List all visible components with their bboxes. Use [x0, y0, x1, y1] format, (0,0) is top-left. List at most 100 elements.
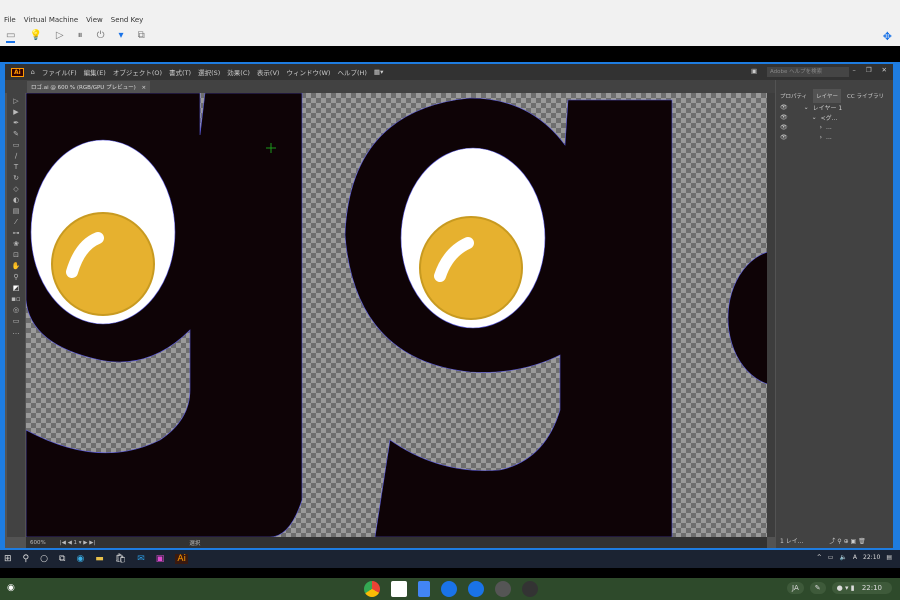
- arrange-icon[interactable]: ▣: [751, 67, 757, 75]
- play-icon[interactable]: ▷: [56, 30, 64, 43]
- shape-builder-icon[interactable]: ◐: [7, 195, 25, 206]
- snapshot-icon[interactable]: ⧉: [138, 30, 145, 43]
- network-icon[interactable]: ▭: [828, 554, 834, 561]
- power-icon[interactable]: ⏻: [97, 30, 105, 43]
- eye-icon[interactable]: 👁: [780, 124, 788, 131]
- draw-mode-icon[interactable]: ◎: [7, 305, 25, 316]
- collapse-icon[interactable]: ›: [820, 134, 822, 141]
- minimize-icon[interactable]: –: [852, 66, 855, 74]
- layer-row[interactable]: 👁 ›...: [776, 122, 893, 132]
- type-tool-icon[interactable]: T: [7, 162, 25, 173]
- menu-view[interactable]: 表示(V): [257, 67, 280, 77]
- curvature-tool-icon[interactable]: ✎: [7, 129, 25, 140]
- blend-tool-icon[interactable]: ⊶: [7, 228, 25, 239]
- eye-icon[interactable]: 👁: [780, 104, 788, 111]
- tab-close-icon[interactable]: ×: [141, 85, 146, 91]
- artboard-number[interactable]: 1: [74, 540, 78, 546]
- brush-tool-icon[interactable]: ∕: [7, 151, 25, 162]
- search-icon[interactable]: ⚲: [23, 554, 30, 564]
- taskbar-clock[interactable]: 22:10: [863, 554, 880, 561]
- menu-edit[interactable]: 編集(E): [84, 67, 106, 77]
- ime-icon[interactable]: A: [853, 554, 857, 561]
- mail-icon[interactable]: ✉: [137, 554, 145, 564]
- chrome-icon[interactable]: [364, 581, 380, 597]
- details-bulb-icon[interactable]: 💡: [29, 30, 41, 43]
- stylus-icon[interactable]: ✎: [809, 582, 826, 594]
- help-search-input[interactable]: Adobe ヘルプを検索: [767, 67, 849, 77]
- collapse-icon[interactable]: ›: [820, 124, 822, 131]
- menu-select[interactable]: 選択(S): [198, 67, 220, 77]
- console-icon[interactable]: ▭: [6, 30, 16, 43]
- direct-selection-tool-icon[interactable]: ▶: [7, 107, 25, 118]
- eye-icon[interactable]: 👁: [780, 134, 788, 141]
- symbol-tool-icon[interactable]: ❀: [7, 239, 25, 250]
- tab-properties[interactable]: プロパティ: [780, 92, 807, 100]
- screen-mode-icon[interactable]: ▭: [7, 316, 25, 327]
- eye-icon[interactable]: 👁: [780, 114, 788, 121]
- status-tray[interactable]: ● ▾ ▮ 22:10: [831, 582, 892, 594]
- file-explorer-icon[interactable]: ▬: [95, 554, 104, 564]
- selection-tool-icon[interactable]: ▷: [7, 96, 25, 107]
- docs-icon[interactable]: [418, 581, 430, 597]
- rectangle-tool-icon[interactable]: ▭: [7, 140, 25, 151]
- layer-row[interactable]: 👁 ⌄ レイヤー 1: [776, 102, 893, 112]
- color-mode-icon[interactable]: ▪▫: [7, 294, 25, 305]
- photos-icon[interactable]: ▣: [156, 554, 165, 564]
- dropdown-icon[interactable]: ▾: [119, 30, 124, 43]
- close-icon[interactable]: ✕: [882, 66, 887, 74]
- home-icon[interactable]: ⌂: [31, 68, 35, 76]
- workspace-switcher-icon[interactable]: ▦▾: [374, 68, 383, 76]
- fullscreen-icon[interactable]: ✥: [883, 30, 892, 43]
- menu-view[interactable]: View: [86, 16, 103, 24]
- pause-icon[interactable]: ⏸: [78, 30, 83, 43]
- panel-action-icons[interactable]: ⤴ ⚲ ⊕ ▣ 🗑: [829, 538, 865, 545]
- language-indicator[interactable]: JA: [787, 582, 804, 594]
- expand-icon[interactable]: ⌄: [812, 114, 817, 121]
- menu-effect[interactable]: 効果(C): [227, 67, 250, 77]
- pen-tool-icon[interactable]: ✒: [7, 118, 25, 129]
- illustrator-taskbar-icon[interactable]: Ai: [175, 554, 188, 564]
- menu-send-key[interactable]: Send Key: [111, 16, 144, 24]
- task-view-icon[interactable]: ⧉: [59, 554, 65, 564]
- zoom-tool-icon[interactable]: ⚲: [7, 272, 25, 283]
- restore-icon[interactable]: ❐: [866, 66, 872, 74]
- menu-help[interactable]: ヘルプ(H): [337, 67, 366, 77]
- menu-file[interactable]: ファイル(F): [42, 67, 77, 77]
- cortana-icon[interactable]: ○: [40, 554, 48, 564]
- menu-virtual-machine[interactable]: Virtual Machine: [24, 16, 78, 24]
- document-tab[interactable]: ロゴ.ai @ 600 % (RGB/GPU プレビュー) ×: [27, 81, 151, 93]
- launcher-icon[interactable]: ◉: [7, 583, 15, 593]
- tray-chevron-icon[interactable]: ^: [817, 554, 822, 561]
- files-icon[interactable]: [441, 581, 457, 597]
- gmail-icon[interactable]: [391, 581, 407, 597]
- fill-stroke-icon[interactable]: ◩: [7, 283, 25, 294]
- volume-icon[interactable]: 🔈: [839, 554, 846, 561]
- vertical-scrollbar[interactable]: [767, 93, 775, 537]
- artboard-nav[interactable]: |◀ ◀ 1 ▾ ▶ ▶|: [60, 540, 96, 546]
- menu-window[interactable]: ウィンドウ(W): [286, 67, 330, 77]
- menu-object[interactable]: オブジェクト(O): [113, 67, 162, 77]
- rotate-tool-icon[interactable]: ↻: [7, 173, 25, 184]
- more-tools-icon[interactable]: …: [7, 327, 25, 338]
- eyedropper-tool-icon[interactable]: ⁄: [7, 217, 25, 228]
- settings-icon[interactable]: [468, 581, 484, 597]
- edge-icon[interactable]: ◉: [76, 554, 84, 564]
- tab-cc-libraries[interactable]: CC ライブラリ: [847, 92, 884, 100]
- artboard-canvas[interactable]: [26, 93, 767, 537]
- menu-file[interactable]: File: [4, 16, 16, 24]
- terminal-icon[interactable]: [522, 581, 538, 597]
- artboard-tool-icon[interactable]: ⊡: [7, 250, 25, 261]
- layer-row[interactable]: 👁 ›...: [776, 132, 893, 142]
- expand-icon[interactable]: ⌄: [804, 104, 809, 111]
- notifications-icon[interactable]: ▤: [886, 554, 892, 561]
- start-icon[interactable]: ⊞: [4, 554, 12, 564]
- menu-type[interactable]: 書式(T): [169, 67, 191, 77]
- layer-row[interactable]: 👁 ⌄ <グ...: [776, 112, 893, 122]
- vm-app-icon[interactable]: [495, 581, 511, 597]
- store-icon[interactable]: 🛍: [115, 554, 126, 564]
- gradient-tool-icon[interactable]: ▤: [7, 206, 25, 217]
- zoom-level[interactable]: 600%: [30, 540, 46, 546]
- hand-tool-icon[interactable]: ✋: [7, 261, 25, 272]
- eraser-tool-icon[interactable]: ◇: [7, 184, 25, 195]
- tab-layers[interactable]: レイヤー: [813, 88, 842, 103]
